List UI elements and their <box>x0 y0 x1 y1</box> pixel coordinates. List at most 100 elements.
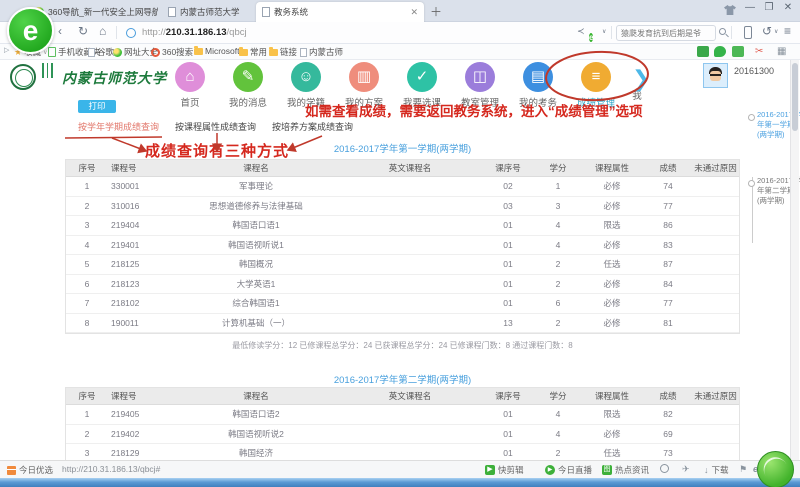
undo-icon[interactable]: ↺ <box>762 24 772 38</box>
share-icon[interactable]: ≺ <box>577 26 585 37</box>
table-cell: 韩国概况 <box>172 258 340 270</box>
bookmark-folder-microsoft[interactable]: Microsoft <box>194 46 239 56</box>
table-cell: 英文课程名 <box>340 162 480 174</box>
table-row: 2310016思想道德修养与法律基础033必修77 <box>66 197 739 217</box>
tab-close-icon[interactable]: ✕ <box>410 7 418 18</box>
table-row: 7218102综合韩国语1016必修77 <box>66 294 739 314</box>
document-icon: ▥ <box>349 62 379 92</box>
menu-icon[interactable]: ≡ <box>784 24 791 38</box>
table-cell: 课序号 <box>480 162 536 174</box>
table-cell: 218123 <box>108 279 172 289</box>
play-icon: ▶ <box>545 465 555 475</box>
bookmark-folder-changyong[interactable]: 常用 <box>239 46 267 58</box>
table-row: 2219402韩国语视听说2014必修69 <box>66 425 739 445</box>
address-bar-row: ‹ ↻ ⌂ http://210.31.186.13/qbcj ≺ e ∨ 猿瓞… <box>0 22 800 44</box>
table-cell: 219404 <box>108 220 172 230</box>
table-cell: 84 <box>644 279 692 289</box>
carousel-next-icon[interactable]: ❯ <box>632 66 650 92</box>
close-button[interactable]: ✕ <box>780 2 796 13</box>
search-hotword: 猿瓞发育抗到后期是爷 <box>621 28 701 39</box>
table-cell: 82 <box>644 409 692 419</box>
hot-news-button[interactable]: 图热点资讯 <box>602 464 649 476</box>
minimize-button[interactable]: — <box>742 2 758 13</box>
clip-icon: ▶ <box>485 465 495 475</box>
table-cell: 4 <box>66 240 108 250</box>
grades-icon: ≡ <box>581 62 611 92</box>
exam-icon: ▤ <box>523 62 553 92</box>
quick-clip-button[interactable]: ▶快剪辑 <box>485 464 524 476</box>
chevron-down-icon[interactable]: ∨ <box>774 28 778 35</box>
table-cell: 3 <box>536 201 580 211</box>
page-favicon <box>262 7 270 17</box>
new-tab-button[interactable]: ＋ <box>430 3 442 20</box>
daily-picks[interactable]: 今日优选 <box>7 464 53 476</box>
chevron-down-icon[interactable]: ∨ <box>602 28 606 35</box>
table-cell: 限选 <box>580 219 644 231</box>
table-cell: 2 <box>536 259 580 269</box>
browser-logo-icon[interactable]: e <box>589 27 593 45</box>
live-button[interactable]: ▶今日直播 <box>545 464 592 476</box>
search-input[interactable]: 猿瓞发育抗到后期是爷 <box>616 25 716 41</box>
table-cell: 2 <box>66 429 108 439</box>
print-button[interactable]: 打印 <box>78 100 116 113</box>
search-icon[interactable] <box>719 28 726 35</box>
add-ext-icon[interactable] <box>732 46 744 57</box>
table-cell: 1 <box>536 181 580 191</box>
back-icon[interactable]: ‹ <box>58 24 62 38</box>
table-cell: 大学英语1 <box>172 278 340 290</box>
table-cell: 未通过原因 <box>692 162 739 174</box>
bookmark-google[interactable]: 谷歌 <box>88 46 114 58</box>
refresh-icon[interactable]: ↻ <box>78 24 88 38</box>
table-cell: 218125 <box>108 259 172 269</box>
screenshot-scissors-icon[interactable]: ✂ <box>755 46 763 57</box>
table-cell: 74 <box>644 181 692 191</box>
browser-tab-jwxt[interactable]: 教务系统 ✕ <box>256 2 424 22</box>
table-cell: 01 <box>480 429 536 439</box>
history-icon[interactable] <box>660 464 669 473</box>
expand-icon[interactable]: ▷ <box>4 46 9 54</box>
scrollbar-thumb[interactable] <box>792 63 798 131</box>
accelerator-ball[interactable] <box>757 451 794 487</box>
table-cell: 3 <box>66 448 108 458</box>
site-icon <box>126 28 136 38</box>
nav-messages[interactable]: ✎ 我的消息 <box>220 62 276 109</box>
table-header-row: 序号课程号课程名英文课程名课序号学分课程属性成绩未通过原因 <box>66 388 739 405</box>
bookmark-nmgsf[interactable]: 内蒙古师 <box>300 46 343 58</box>
address-field[interactable]: http://210.31.186.13/qbcj <box>142 27 247 38</box>
table-cell: 03 <box>480 201 536 211</box>
nav-home[interactable]: ⌂ 首页 <box>162 62 218 109</box>
table-cell: 必修 <box>580 200 644 212</box>
table-cell: 77 <box>644 201 692 211</box>
mobile-icon[interactable] <box>744 26 752 44</box>
bookmarks-bar: ▷ ★收藏∨ 手机收藏夹 谷歌 网址大全 360搜索 Microsoft 常用 … <box>0 44 800 60</box>
tab-by-semester[interactable]: 按学年学期成绩查询 <box>78 120 159 133</box>
page-icon <box>88 48 95 57</box>
table-cell: 英文课程名 <box>340 390 480 402</box>
table-cell: 01 <box>480 298 536 308</box>
user-id: 20161300 <box>734 66 774 76</box>
shield-ext-icon[interactable] <box>714 46 726 57</box>
table-cell: 01 <box>480 279 536 289</box>
table-cell: 4 <box>536 429 580 439</box>
maximize-button[interactable]: ❐ <box>761 2 777 13</box>
tab-by-course-attr[interactable]: 按课程属性成绩查询 <box>175 120 256 133</box>
table-cell: 5 <box>66 259 108 269</box>
browser-tab-university[interactable]: 内蒙古师范大学 <box>162 2 252 22</box>
table-cell: 01 <box>480 220 536 230</box>
page-scrollbar[interactable] <box>790 60 799 460</box>
flag-icon[interactable]: ⚑ <box>739 464 747 475</box>
tab-by-plan[interactable]: 按培养方案成绩查询 <box>272 120 353 133</box>
table-body: 1330001军事理论021必修742310016思想道德修养与法律基础033必… <box>66 177 739 333</box>
table-cell: 计算机基础（一） <box>172 317 340 329</box>
boost-icon[interactable]: ✈ <box>682 464 690 475</box>
apps-grid-icon[interactable]: ▦ <box>777 46 786 57</box>
table-cell: 课程名 <box>172 390 340 402</box>
download-button[interactable]: ↓下载 <box>704 464 729 476</box>
home-icon[interactable]: ⌂ <box>99 24 106 38</box>
bookmark-360search[interactable]: 360搜索 <box>151 46 193 58</box>
table-cell: 3 <box>66 220 108 230</box>
bookmark-folder-links[interactable]: 链接 <box>269 46 297 58</box>
avatar[interactable] <box>703 63 728 88</box>
skin-icon[interactable] <box>722 5 738 18</box>
wallet-ext-icon[interactable] <box>697 46 709 57</box>
